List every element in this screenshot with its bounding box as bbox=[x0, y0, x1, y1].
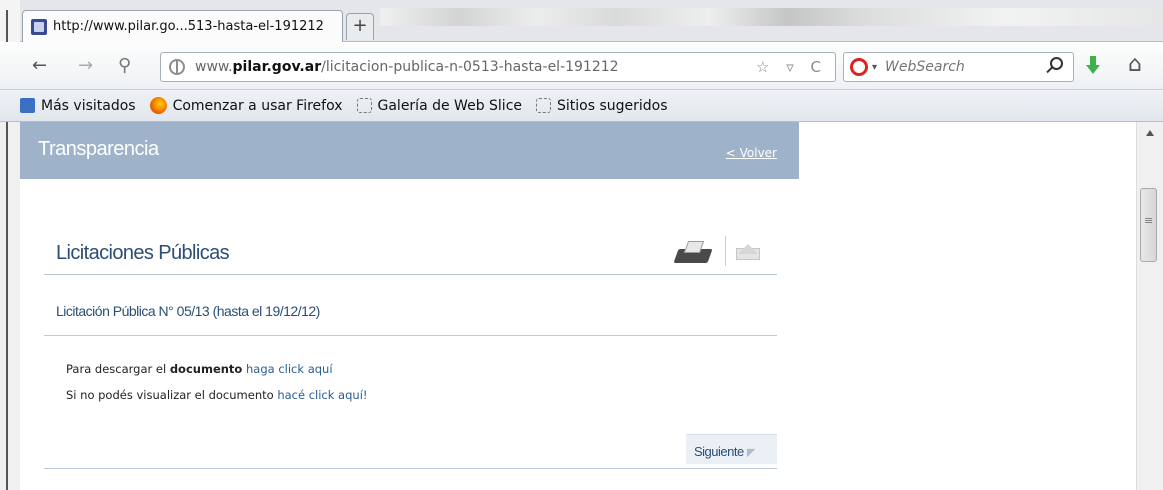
bookmark-label: Galería de Web Slice bbox=[377, 97, 523, 114]
forward-button[interactable]: → bbox=[78, 54, 93, 78]
download-link[interactable]: haga click aquí bbox=[242, 362, 333, 376]
tab-strip: http://www.pilar.go...513-hasta-el-19121… bbox=[0, 0, 1163, 490]
divider bbox=[725, 236, 726, 266]
bookmark-label: Sitios sugeridos bbox=[557, 97, 668, 114]
divider bbox=[44, 468, 777, 469]
view-text: Si no podés visualizar el documento bbox=[66, 388, 278, 402]
url-path: /licitacion-publica-n-0513-hasta-el-1912… bbox=[321, 59, 619, 75]
download-bold-text: documento bbox=[169, 362, 243, 376]
search-input[interactable] bbox=[883, 58, 1034, 76]
page-title: Licitaciones Públicas bbox=[56, 242, 230, 264]
page-viewport: Transparencia < Volver Licitaciones Públ… bbox=[20, 122, 1136, 490]
item-title: Licitación Pública N° 05/13 (hasta el 19… bbox=[56, 303, 320, 319]
bookmark-label: Más visitados bbox=[41, 97, 136, 114]
next-button[interactable]: Siguiente ◤ bbox=[686, 434, 777, 464]
next-arrow-icon: ◤ bbox=[746, 447, 755, 459]
window-edge bbox=[0, 0, 20, 490]
divider bbox=[44, 274, 777, 275]
download-icon[interactable] bbox=[1086, 56, 1100, 76]
bookmarks-bar: Más visitados Comenzar a usar Firefox Ga… bbox=[0, 90, 1163, 122]
search-icon bbox=[20, 98, 35, 113]
view-link[interactable]: hacé click aquí! bbox=[277, 388, 367, 402]
scroll-thumb[interactable] bbox=[1140, 188, 1157, 262]
webslice-icon bbox=[536, 98, 552, 113]
print-icon[interactable] bbox=[673, 239, 713, 265]
url-bar[interactable]: www. pilar.gov.ar/licitacion-publica-n-05… bbox=[160, 52, 836, 82]
back-link[interactable]: < Volver bbox=[726, 146, 777, 160]
bookmark-firefox[interactable]: Comenzar a usar Firefox bbox=[149, 97, 343, 114]
download-line: Para descargar el documento haga click a… bbox=[66, 362, 333, 376]
history-button[interactable]: ⚲ bbox=[118, 54, 131, 78]
bookmark-label: Comenzar a usar Firefox bbox=[172, 97, 343, 114]
bookmark-star-icon[interactable]: ☆ ▿ C bbox=[756, 58, 827, 76]
firefox-icon bbox=[149, 97, 167, 114]
search-box[interactable]: ▾ bbox=[843, 52, 1074, 82]
site-favicon-icon bbox=[31, 18, 47, 35]
search-engine-icon[interactable] bbox=[850, 58, 868, 76]
vertical-scrollbar[interactable] bbox=[1136, 122, 1163, 490]
blurred-background bbox=[380, 8, 1163, 26]
globe-icon bbox=[169, 59, 185, 75]
url-prefix: www. bbox=[195, 59, 233, 75]
banner-title: Transparencia bbox=[38, 138, 159, 160]
search-icon[interactable] bbox=[1050, 57, 1063, 70]
url-host: pilar.gov.ar bbox=[232, 59, 322, 75]
mail-icon[interactable] bbox=[736, 242, 760, 260]
back-button[interactable]: ← bbox=[32, 54, 47, 78]
scroll-up-icon[interactable] bbox=[1146, 130, 1154, 136]
bookmark-web-slice[interactable]: Galería de Web Slice bbox=[356, 97, 523, 114]
home-icon[interactable]: ⌂ bbox=[1128, 52, 1142, 77]
download-text: Para descargar el bbox=[66, 362, 170, 376]
bookmark-sitios-sugeridos[interactable]: Sitios sugeridos bbox=[536, 98, 668, 114]
tab-title: http://www.pilar.go...513-hasta-el-19121… bbox=[53, 19, 324, 34]
next-label: Siguiente bbox=[694, 444, 744, 459]
banner: Transparencia < Volver bbox=[20, 122, 799, 179]
chevron-down-icon[interactable]: ▾ bbox=[872, 62, 877, 73]
view-line: Si no podés visualizar el documento hacé… bbox=[66, 388, 368, 402]
bookmark-mas-visitados[interactable]: Más visitados bbox=[20, 98, 136, 114]
tab-active[interactable]: http://www.pilar.go...513-hasta-el-19121… bbox=[22, 10, 343, 42]
webslice-icon bbox=[356, 98, 372, 113]
new-tab-button[interactable]: + bbox=[346, 13, 374, 40]
divider bbox=[44, 335, 777, 336]
